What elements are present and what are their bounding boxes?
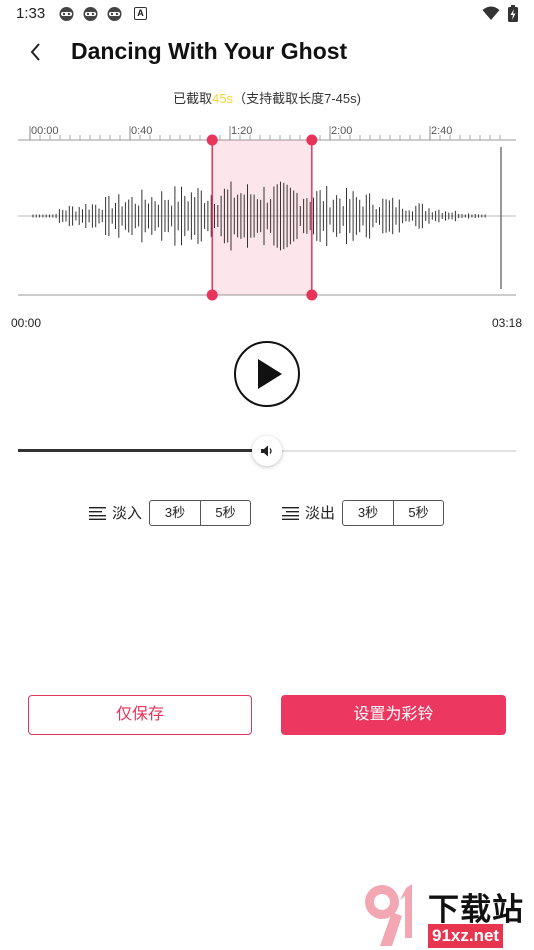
clip-length: 45s xyxy=(212,91,234,106)
fade-in-control: 淡入 3秒 5秒 xyxy=(89,499,252,526)
header: Dancing With Your Ghost xyxy=(0,32,534,72)
time-start: 00:00 xyxy=(11,316,42,330)
selection-start-top-handle[interactable] xyxy=(206,134,218,146)
selection-end-bottom-handle[interactable] xyxy=(306,289,318,301)
91-logo-icon xyxy=(365,884,412,946)
battery-charging-icon xyxy=(508,5,518,22)
fade-in-5s-button[interactable]: 5秒 xyxy=(200,500,250,525)
fade-out-control: 淡出 3秒 5秒 xyxy=(282,499,445,526)
watermark-text: 下载站 xyxy=(428,892,524,927)
fade-out-options: 3秒 5秒 xyxy=(342,499,445,526)
app-notification-icon xyxy=(107,7,122,21)
volume-thumb[interactable] xyxy=(252,436,282,466)
waveform[interactable]: 00:00 0:40 1:20 2:00 2:40 xyxy=(0,114,534,306)
fade-in-label: 淡入 xyxy=(112,505,143,522)
status-system-icons xyxy=(482,5,518,22)
save-only-button[interactable]: 仅保存 xyxy=(28,695,252,735)
app-notification-icon xyxy=(83,7,98,21)
set-ringtone-button[interactable]: 设置为彩铃 xyxy=(281,695,506,735)
status-time: 1:33 xyxy=(16,5,46,22)
time-end: 03:18 xyxy=(491,316,522,330)
play-icon xyxy=(257,359,282,389)
volume-slider[interactable] xyxy=(18,436,516,466)
clip-info-prefix: 已截取 xyxy=(173,91,213,106)
back-button[interactable] xyxy=(22,38,50,66)
app-notification-icon xyxy=(59,7,74,21)
ruler-tick-label: 0:40 xyxy=(131,125,152,137)
play-button[interactable] xyxy=(234,341,300,407)
waveform-editor[interactable]: 00:00 0:40 1:20 2:00 2:40 xyxy=(0,114,534,306)
ruler-tick-label: 1:20 xyxy=(231,125,252,137)
clip-info: 已截取45s（支持截取长度7-45s) xyxy=(0,88,534,107)
fade-out-label: 淡出 xyxy=(305,505,336,522)
watermark-url: 91xz.net xyxy=(428,924,504,948)
wifi-icon xyxy=(482,6,500,20)
fade-out-icon xyxy=(282,506,299,520)
status-notification-icons: A xyxy=(58,6,147,22)
speaker-icon xyxy=(261,445,272,457)
volume-fill xyxy=(18,449,267,452)
ruler-tick-label: 2:40 xyxy=(431,125,452,137)
site-watermark: 下载站 91xz.net xyxy=(362,882,534,950)
selection-start-bottom-handle[interactable] xyxy=(206,289,218,301)
status-bar: 1:33 A xyxy=(0,0,534,28)
selection-end-top-handle[interactable] xyxy=(306,134,318,146)
fade-in-icon xyxy=(89,506,106,520)
page-title: Dancing With Your Ghost xyxy=(71,38,348,64)
fade-in-options: 3秒 5秒 xyxy=(149,499,252,526)
clip-info-suffix: （支持截取长度7-45s) xyxy=(233,91,361,106)
chevron-left-icon xyxy=(30,43,40,61)
a-notification-icon: A xyxy=(134,7,147,20)
fade-in-3s-button[interactable]: 3秒 xyxy=(150,501,200,525)
fade-out-5s-button[interactable]: 5秒 xyxy=(393,500,443,525)
fade-out-3s-button[interactable]: 3秒 xyxy=(343,501,393,525)
ruler-tick-label: 00:00 xyxy=(31,125,59,137)
ruler-tick-label: 2:00 xyxy=(331,125,352,137)
